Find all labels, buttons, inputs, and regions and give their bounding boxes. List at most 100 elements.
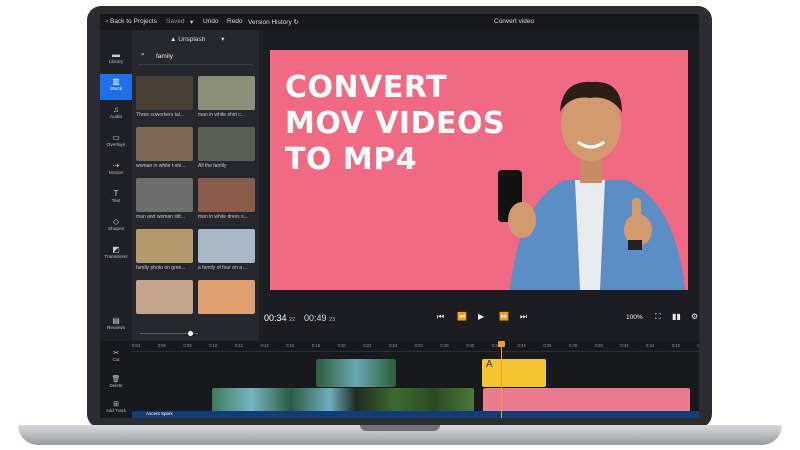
back-to-projects-button[interactable]: ‹ Back to Projects: [106, 18, 157, 25]
zoom-level[interactable]: 100%: [626, 314, 643, 321]
version-history-button[interactable]: Version History ↻: [248, 18, 299, 26]
scissors-icon: ✂: [113, 350, 119, 357]
playhead[interactable]: [501, 341, 502, 418]
ruler-tick-label: 0:18: [311, 343, 321, 348]
stock-thumbnail[interactable]: [136, 127, 193, 161]
chevron-down-icon[interactable]: ▾: [190, 18, 193, 26]
settings-icon[interactable]: ⚙: [691, 312, 698, 321]
delete-tool[interactable]: 🗑 Delete: [100, 375, 132, 388]
rail-item-reviews[interactable]: ▤ Reviews: [100, 313, 132, 339]
rewind-icon[interactable]: ⏪: [457, 312, 467, 321]
ruler-tick-label: 0:44: [646, 343, 655, 348]
trash-icon: 🗑: [111, 376, 121, 383]
rail-label: Shapes: [107, 227, 125, 232]
search-value: family: [156, 53, 173, 60]
rail-item-library[interactable]: ▬ Library: [100, 47, 132, 73]
thumbnail-caption: family photo on gree...: [136, 265, 186, 271]
books-icon: ▥: [112, 77, 120, 86]
video-canvas[interactable]: Convert MOV videos to MP4: [270, 50, 688, 290]
rail-item-motion[interactable]: ⇢ Motion: [100, 158, 132, 184]
stock-thumbnail[interactable]: [198, 229, 255, 263]
tool-label: Add Track: [105, 408, 127, 413]
ruler-tick-label: 0:14: [260, 343, 269, 348]
timeline-ruler[interactable]: 0:04 0:06 0:08 0:10 0:12 0:14 0:16 0:18 0:20 0:22…: [132, 341, 699, 352]
stock-thumbnail[interactable]: [136, 280, 193, 314]
rail-item-stock[interactable]: ▥ Stock: [100, 74, 132, 100]
shapes-icon: ◇: [112, 217, 120, 226]
play-icon[interactable]: ▶: [478, 312, 484, 321]
audio-track[interactable]: Ascent Spark: [132, 411, 699, 418]
version-history-label: Version History: [248, 19, 292, 26]
skip-to-end-icon[interactable]: ⏭: [520, 312, 527, 322]
ruler-tick-label: 0:08: [183, 343, 192, 348]
thumbnail-caption: man and woman sitt...: [136, 214, 185, 220]
timeline: 0:04 0:06 0:08 0:10 0:12 0:14 0:16 0:18 0:20 0:22…: [100, 341, 699, 418]
thumbnail-caption: Three coworkers tal...: [136, 112, 185, 118]
stock-thumbnail[interactable]: [198, 280, 255, 314]
rail-item-overlays[interactable]: ▭ Overlays: [100, 130, 132, 156]
motion-icon: ⇢: [112, 161, 120, 170]
stock-thumbnail[interactable]: [136, 178, 193, 212]
fullscreen-icon[interactable]: ⛶: [655, 312, 661, 322]
ruler-tick-label: 0:04: [132, 343, 141, 348]
thumbnail-caption: All the family: [198, 163, 227, 169]
folder-icon: ▬: [112, 50, 120, 59]
ruler-tick-label: 0:26: [414, 343, 423, 348]
rail-label: Audio: [109, 115, 123, 120]
source-selector[interactable]: ▲ Unsplash ▾: [170, 35, 224, 43]
undo-button[interactable]: Undo: [203, 18, 219, 25]
stock-thumbnail[interactable]: [136, 229, 193, 263]
current-time-value: 00:34: [264, 313, 287, 323]
music-icon: ♫: [113, 105, 119, 114]
transitions-icon: ◩: [112, 245, 120, 254]
rail-item-audio[interactable]: ♫ Audio: [100, 102, 132, 128]
search-input[interactable]: ⌕ family: [138, 50, 253, 65]
video-headline[interactable]: Convert MOV videos to MP4: [285, 70, 505, 178]
split-view-icon[interactable]: ▮▮: [672, 312, 681, 321]
tool-label: Delete: [109, 383, 123, 388]
ruler-tick-label: 0:06: [157, 343, 166, 348]
stock-thumbnail[interactable]: [198, 178, 255, 212]
stock-panel: ▲ Unsplash ▾ ⌕ family Three coworkers ta…: [132, 30, 259, 341]
ruler-tick-label: 0:10: [209, 343, 218, 348]
current-time: 00:34 22: [264, 313, 295, 323]
add-track-icon: ⊞: [113, 401, 119, 408]
thumbnail-caption: man in white dress s...: [198, 214, 248, 220]
total-time-value: 00:49: [304, 313, 327, 323]
ruler-tick-label: 0:20: [337, 343, 346, 348]
add-track-tool[interactable]: ⊞ Add Track: [100, 400, 132, 413]
rail-item-text[interactable]: T Text: [100, 186, 132, 212]
skip-to-start-icon[interactable]: ⏮: [437, 312, 444, 322]
chevron-down-icon: ▾: [221, 36, 225, 43]
ruler-tick-label: 0:48: [697, 343, 699, 348]
video-clip-overlay[interactable]: [316, 359, 396, 387]
ruler-tick-label: 0:28: [440, 343, 449, 348]
cut-tool[interactable]: ✂ Cut: [100, 349, 132, 362]
fast-forward-icon[interactable]: ⏩: [499, 312, 509, 321]
redo-button[interactable]: Redo: [227, 18, 243, 25]
thumbnail-caption: woman in white t-shi...: [136, 163, 186, 169]
slider-handle[interactable]: [188, 331, 193, 336]
total-time-frames: 23: [329, 317, 336, 323]
rail-item-transitions[interactable]: ◩ Transitions: [100, 242, 132, 268]
preview-area: Convert MOV videos to MP4 00:34 22 00:49…: [259, 30, 699, 341]
history-icon: ↻: [293, 19, 299, 26]
stock-thumbnail[interactable]: [198, 127, 255, 161]
unsplash-icon: ▲: [170, 36, 177, 43]
text-icon: T: [113, 189, 119, 198]
laptop-notch: [360, 425, 440, 431]
text-clip[interactable]: A: [482, 359, 546, 387]
source-label: Unsplash: [178, 36, 206, 43]
rail-label: Stock: [110, 87, 122, 92]
current-time-frames: 22: [289, 317, 296, 323]
rail-item-shapes[interactable]: ◇ Shapes: [100, 214, 132, 240]
stock-thumbnail[interactable]: [136, 76, 193, 110]
stock-thumbnail[interactable]: [198, 76, 255, 110]
ruler-tick-label: 0:16: [286, 343, 295, 348]
thumbnail-caption: a family of four on a ...: [198, 265, 248, 271]
total-time: 00:49 23: [304, 313, 335, 323]
playhead-handle[interactable]: [498, 341, 505, 347]
top-bar: ‹ Back to Projects Saved ▾ Undo Redo Ver…: [100, 14, 699, 30]
chat-icon: ▤: [112, 316, 120, 325]
project-title: Convert video: [494, 18, 535, 25]
